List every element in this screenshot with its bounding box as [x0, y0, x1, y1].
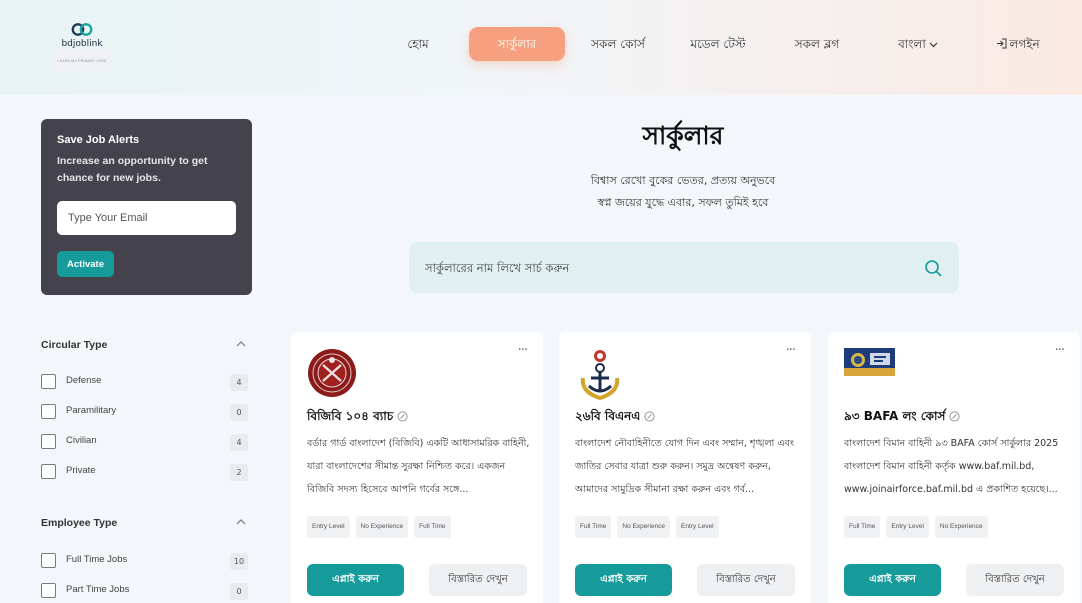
- circular-type-filter: Circular Type Defense 4 Paramilitary 0 C…: [41, 339, 252, 494]
- subtitle-line: স্বপ্ন জয়ের যুদ্ধে এবার, সফল তুমিই হবে: [597, 196, 769, 209]
- checkbox[interactable]: [41, 404, 56, 419]
- infinity-logo-icon: [71, 23, 93, 36]
- search-icon[interactable]: [924, 259, 942, 277]
- card-description: বাংলাদেশ বিমান বাহিনী ৯৩ BAFA কোর্স সার্…: [844, 438, 1059, 495]
- checkbox[interactable]: [41, 434, 56, 449]
- filter-count-badge: 2: [230, 464, 248, 481]
- filter-option-part-time[interactable]: Part Time Jobs 0: [41, 583, 252, 603]
- tag: Entry Level: [676, 516, 719, 538]
- nav-language-select[interactable]: বাংলা: [890, 27, 946, 61]
- login-label: লগইন: [1009, 37, 1040, 51]
- apply-button[interactable]: এপ্লাই করুন: [307, 564, 404, 596]
- job-alert-title: Save Job Alerts: [57, 134, 140, 146]
- filter-option-label: Civilian: [66, 435, 97, 446]
- nav-model-test[interactable]: মডেল টেস্ট: [683, 27, 753, 61]
- verified-icon: [949, 411, 961, 422]
- more-options-icon[interactable]: ···: [1055, 344, 1065, 357]
- job-alert-description: Increase an opportunity to get chance fo…: [57, 155, 208, 184]
- nav-home[interactable]: হোম: [395, 27, 441, 61]
- more-options-icon[interactable]: ···: [786, 344, 796, 357]
- tag: Entry Level: [886, 516, 929, 538]
- card-description: বাংলাদেশ নৌবাহিনীতে যোগ দিন এবং সম্মান, …: [575, 438, 794, 495]
- filter-title: Circular Type: [41, 339, 108, 351]
- filter-option-label: Part Time Jobs: [66, 584, 130, 595]
- card-title-text: ৯৩ BAFA লং কোর্স: [844, 409, 946, 423]
- filter-option-label: Defense: [66, 375, 102, 386]
- details-button[interactable]: বিস্তারিত দেখুন: [966, 564, 1064, 596]
- filter-count-badge: 4: [230, 434, 248, 451]
- navy-anchor-emblem-icon: [580, 350, 620, 400]
- checkbox[interactable]: [41, 374, 56, 389]
- verified-icon: [397, 411, 408, 422]
- filter-count-badge: 0: [230, 583, 248, 600]
- details-button[interactable]: বিস্তারিত দেখুন: [429, 564, 527, 596]
- filter-option-label: Paramilitary: [66, 405, 117, 416]
- filter-option-defense[interactable]: Defense 4: [41, 374, 252, 404]
- tag: Full Time: [575, 516, 612, 538]
- filter-option-full-time[interactable]: Full Time Jobs 10: [41, 553, 252, 583]
- chevron-up-icon[interactable]: [234, 337, 248, 351]
- job-alert-card: Save Job Alerts Increase an opportunity …: [41, 119, 252, 295]
- filter-count-badge: 10: [230, 553, 248, 570]
- page-subtitle: বিশ্বাস রেখো বুকের ভেতর, প্রত্যয় অনুভবে…: [533, 170, 833, 214]
- search-input[interactable]: [425, 242, 905, 293]
- apply-button[interactable]: এপ্লাই করুন: [844, 564, 941, 596]
- apply-button[interactable]: এপ্লাই করুন: [575, 564, 672, 596]
- filter-option-civilian[interactable]: Civilian 4: [41, 434, 252, 464]
- circular-card[interactable]: ··· বিজিবি ১০৪ ব্যাচ বর্ডার গার্ড বাংলাদ…: [291, 332, 543, 603]
- language-label: বাংলা: [898, 37, 926, 51]
- checkbox[interactable]: [41, 464, 56, 479]
- tag-list: Entry Level No Experience Full Time: [307, 516, 451, 538]
- circular-card[interactable]: ··· ৯৩ BAFA লং কোর্স বাংলাদেশ বিমান বাহি…: [828, 332, 1080, 603]
- tag: Entry Level: [307, 516, 350, 538]
- card-description: বর্ডার গার্ড বাংলাদেশ (বিজিবি) একটি আধাস…: [307, 438, 530, 495]
- site-header: bdjoblink LEARN MY PRIMARY JOBS হোম সার্…: [0, 0, 1082, 95]
- login-icon: [997, 38, 1007, 49]
- filter-title: Employee Type: [41, 517, 118, 529]
- brand-name: bdjoblink: [61, 39, 103, 49]
- filter-option-label: Private: [66, 465, 96, 476]
- nav-login[interactable]: লগইন: [988, 27, 1048, 61]
- tag: Full Time: [844, 516, 881, 538]
- card-title: ৯৩ BAFA লং কোর্স: [844, 408, 961, 428]
- circular-card[interactable]: ··· ২৬বি বিএনএ বাংলাদেশ নৌবাহিনীতে যোগ দ…: [559, 332, 811, 603]
- checkbox[interactable]: [41, 583, 56, 598]
- chevron-down-icon: [929, 42, 938, 48]
- tag: No Experience: [934, 516, 988, 538]
- details-button[interactable]: বিস্তারিত দেখুন: [697, 564, 795, 596]
- bgb-emblem-icon: [308, 349, 356, 397]
- tag: No Experience: [355, 516, 409, 538]
- filter-count-badge: 0: [230, 404, 248, 421]
- employee-type-filter: Employee Type Full Time Jobs 10 Part Tim…: [41, 517, 252, 603]
- email-field[interactable]: [57, 201, 236, 235]
- activate-button[interactable]: Activate: [57, 251, 114, 277]
- tag-list: Full Time No Experience Entry Level: [575, 516, 719, 538]
- chevron-up-icon[interactable]: [234, 515, 248, 529]
- tag: Full Time: [414, 516, 451, 538]
- card-title-text: ২৬বি বিএনএ: [575, 409, 641, 423]
- checkbox[interactable]: [41, 553, 56, 568]
- brand-tagline: LEARN MY PRIMARY JOBS: [52, 50, 112, 72]
- subtitle-line: বিশ্বাস রেখো বুকের ভেতর, প্রত্যয় অনুভবে: [590, 174, 776, 187]
- filter-option-label: Full Time Jobs: [66, 554, 128, 565]
- filter-option-paramilitary[interactable]: Paramilitary 0: [41, 404, 252, 434]
- page-title: সার্কুলার: [642, 121, 724, 150]
- search-box: [409, 242, 959, 293]
- card-title-text: বিজিবি ১০৪ ব্যাচ: [307, 409, 394, 423]
- verified-icon: [644, 411, 656, 422]
- airforce-banner-icon: [844, 348, 895, 376]
- brand-logo[interactable]: bdjoblink LEARN MY PRIMARY JOBS: [52, 22, 112, 72]
- card-title: ২৬বি বিএনএ: [575, 408, 656, 428]
- filter-option-private[interactable]: Private 2: [41, 464, 252, 494]
- tag-list: Full Time Entry Level No Experience: [844, 516, 988, 538]
- tag: No Experience: [617, 516, 671, 538]
- card-title: বিজিবি ১০৪ ব্যাচ: [307, 408, 408, 428]
- filter-count-badge: 4: [230, 374, 248, 391]
- nav-all-blogs[interactable]: সকল ব্লগ: [786, 27, 848, 61]
- nav-all-courses[interactable]: সকল কোর্স: [583, 27, 653, 61]
- nav-circular[interactable]: সার্কুলার: [469, 27, 565, 61]
- more-options-icon[interactable]: ···: [518, 344, 528, 357]
